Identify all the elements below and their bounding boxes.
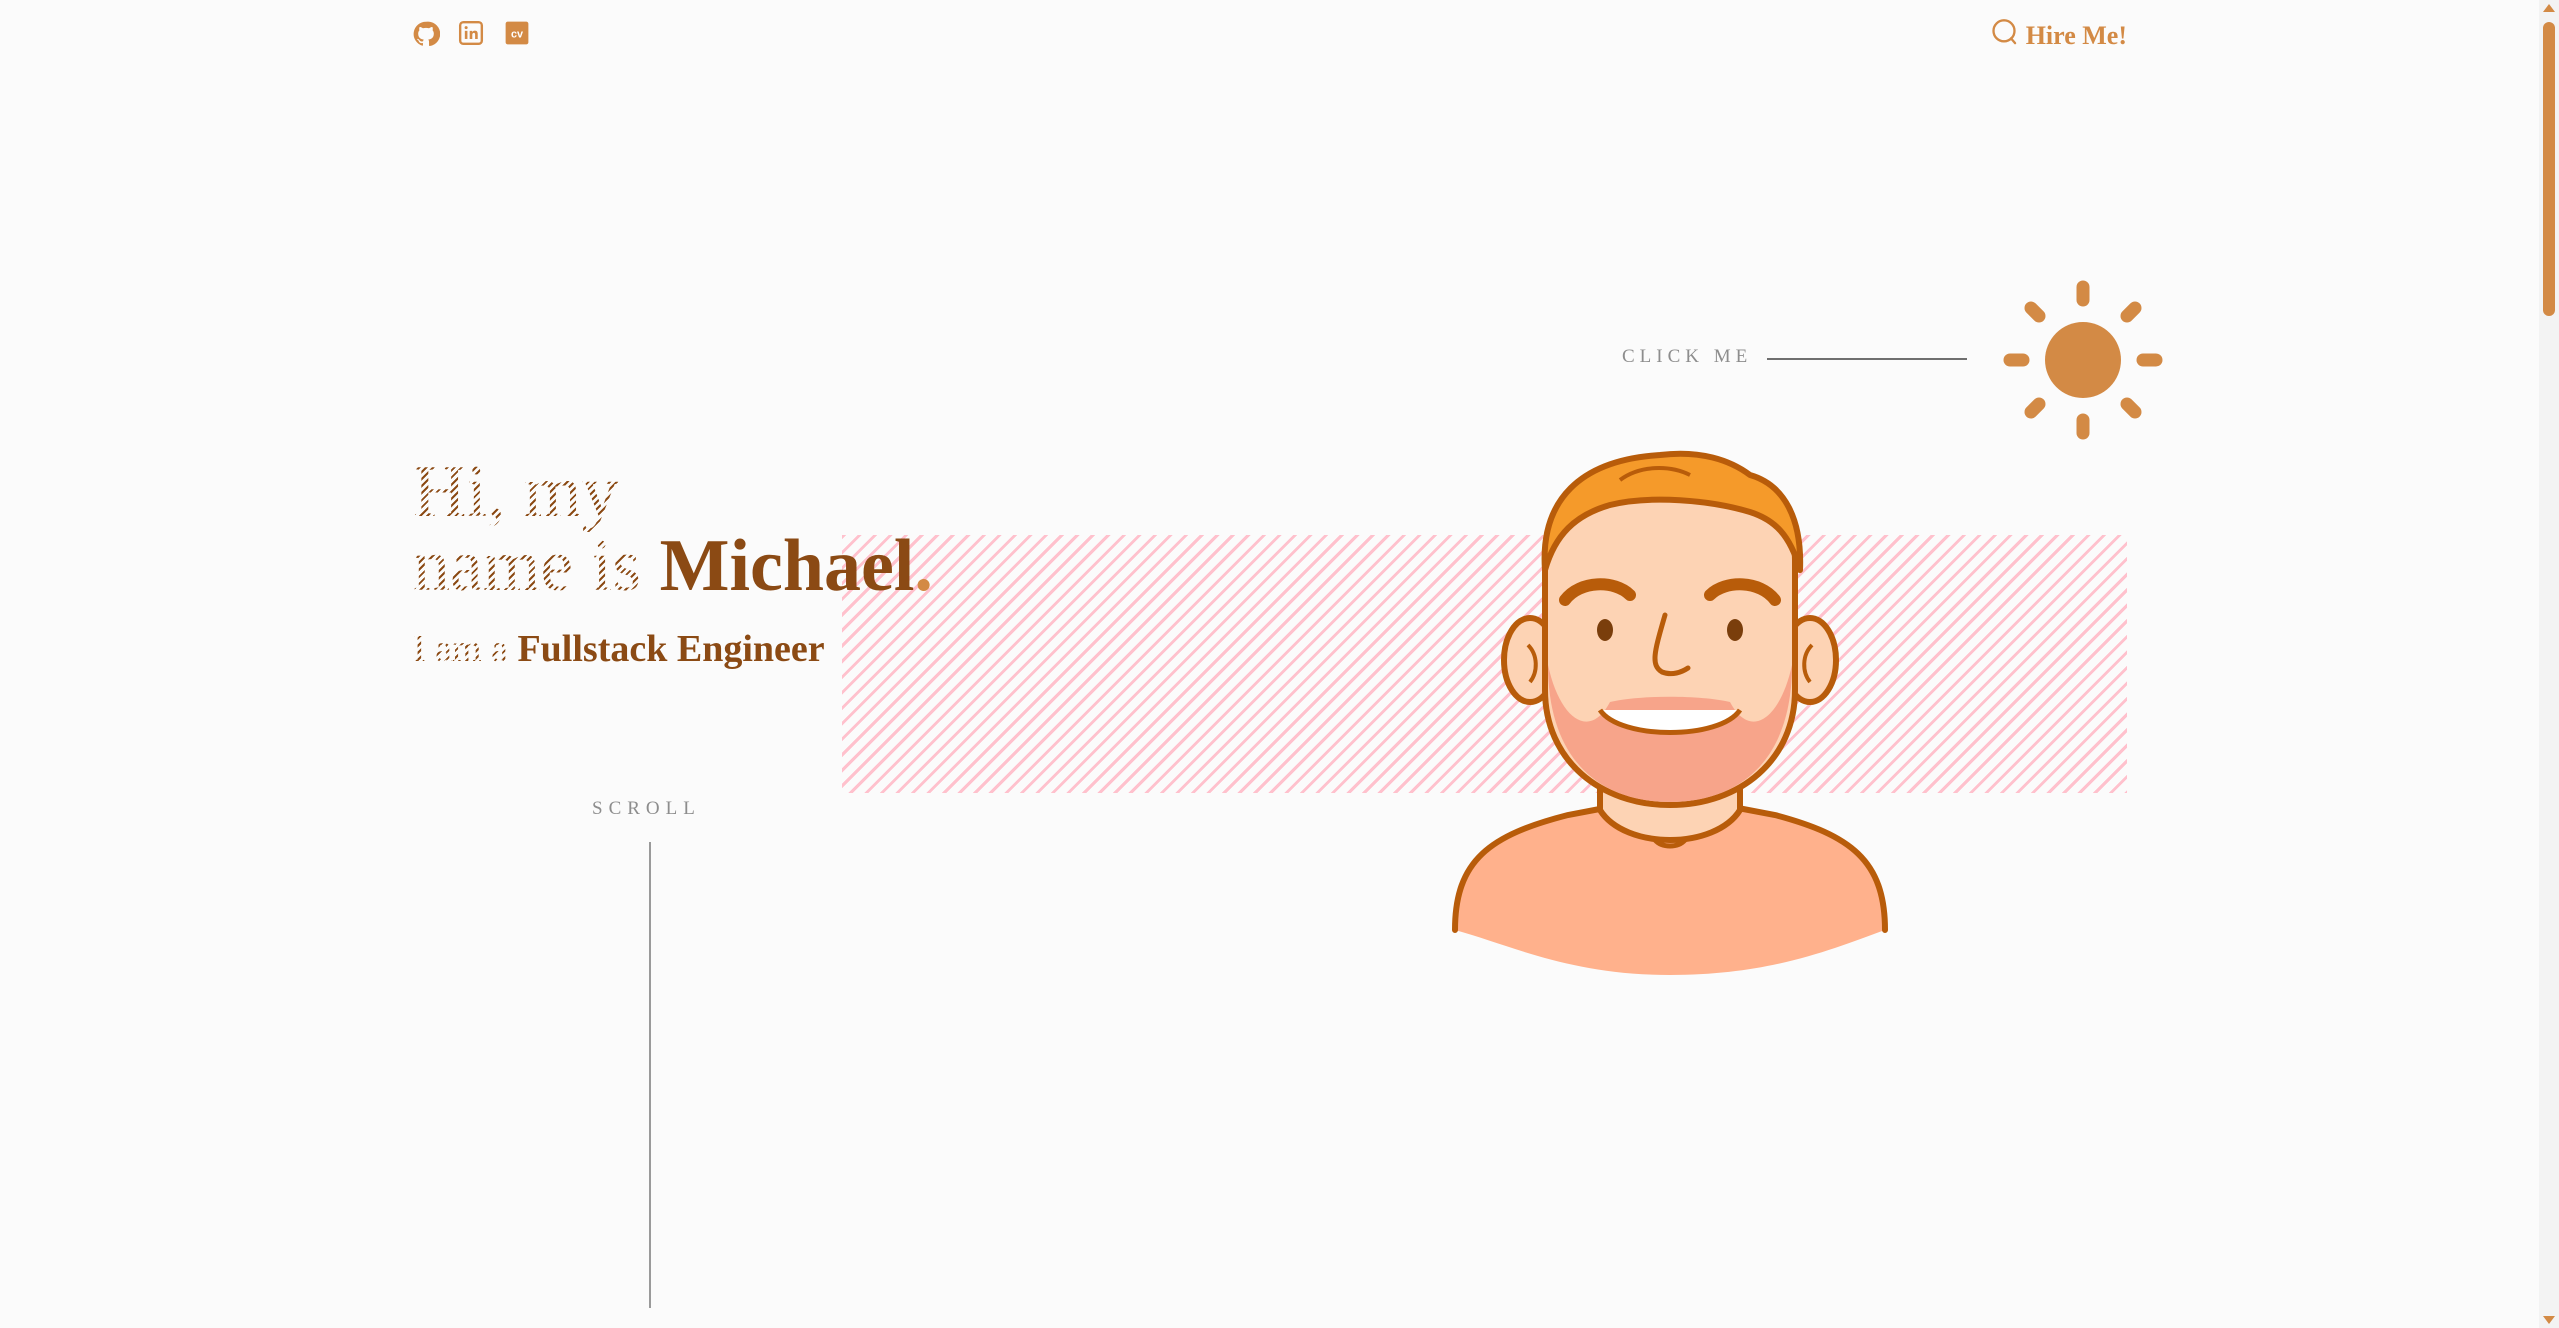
cv-icon[interactable]: cv	[504, 20, 532, 48]
chat-bubble-icon	[1990, 18, 2018, 53]
social-links: cv	[412, 20, 532, 48]
scroll-line	[649, 842, 651, 1308]
scroll-label: SCROLL	[592, 798, 701, 819]
scroll-down-arrow-icon[interactable]	[2543, 1316, 2555, 1324]
hero-heading: Hi, my name is Michael.	[413, 455, 933, 603]
hero-line-2-prefix: name is	[413, 525, 660, 607]
cv-label: cv	[511, 28, 523, 40]
hire-me-label: Hire Me!	[2025, 20, 2127, 50]
scroll-up-arrow-icon[interactable]	[2543, 4, 2555, 12]
hire-me-button[interactable]: Hire Me!	[1990, 18, 2127, 53]
hero-name: Michael	[659, 525, 915, 607]
hero-subtitle: I am a Fullstack Engineer	[413, 627, 825, 671]
click-me-label: CLICK ME	[1622, 346, 1753, 367]
theme-toggle-sun-icon[interactable]	[2003, 280, 2163, 440]
hero-name-dot: .	[914, 525, 933, 607]
github-icon[interactable]	[412, 20, 441, 48]
scrollbar[interactable]	[2539, 0, 2559, 1328]
click-me-line	[1767, 358, 1967, 360]
linkedin-icon[interactable]	[458, 20, 486, 48]
scroll-thumb[interactable]	[2543, 22, 2555, 316]
avatar-illustration	[1450, 440, 1890, 990]
hero-sub-prefix: I am a	[413, 628, 518, 670]
hero-role: Fullstack Engineer	[517, 628, 825, 670]
hero-line-1: Hi, my	[413, 451, 619, 533]
